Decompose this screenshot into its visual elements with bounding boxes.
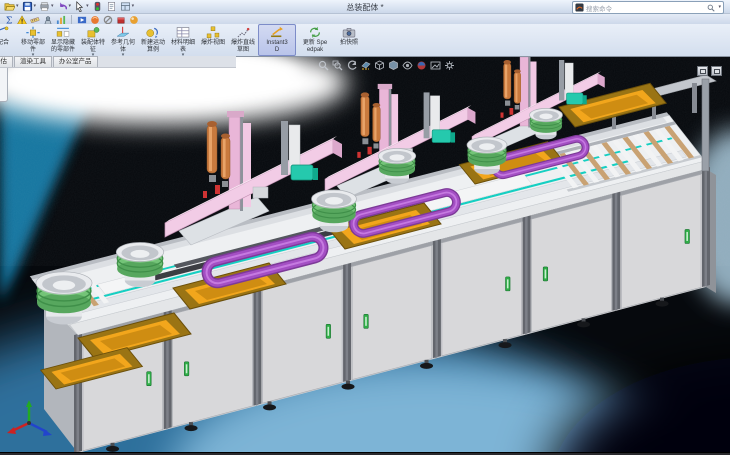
graphics-viewport[interactable] <box>0 56 730 453</box>
explode-sketch-icon <box>234 26 252 40</box>
door-handle <box>685 229 690 243</box>
zoom-fit-icon[interactable] <box>318 60 329 71</box>
tab-办公室产品[interactable]: 办公室产品 <box>53 56 98 67</box>
mate-icon <box>0 26 12 40</box>
bom-icon <box>174 26 192 40</box>
assembly-features-icon <box>84 26 102 40</box>
search-placeholder: 搜索命令 <box>586 3 705 13</box>
viewport-window-controls <box>697 66 722 76</box>
cmd-button-label: 拍快照 <box>337 40 362 47</box>
command-manager-tabs: 评估渲染工具办公室产品 <box>0 56 236 68</box>
heads-up-view-toolbar <box>318 60 455 71</box>
machine-model-canvas[interactable] <box>0 57 730 453</box>
quick-access-toolbar: ▾▾▾▾▾▾ <box>3 1 135 12</box>
cmd-snapshot-button[interactable]: 拍快照 <box>334 24 364 56</box>
cmd-show-hidden-button[interactable]: 显示隐藏的零部件 <box>48 24 78 56</box>
move-component-icon <box>24 26 42 40</box>
section-view-icon[interactable] <box>360 60 371 71</box>
door-handle <box>543 267 548 281</box>
toolbar-separator <box>71 15 72 24</box>
open-icon[interactable]: ▾ <box>3 1 20 12</box>
print-icon[interactable]: ▾ <box>38 1 55 12</box>
cmd-button-label: 显示隐藏的零部件 <box>51 40 76 53</box>
orientation-triad <box>3 399 55 445</box>
search-dropdown-icon[interactable]: ▾ <box>718 5 721 10</box>
view-settings-icon[interactable] <box>444 60 455 71</box>
layout-options-icon[interactable]: ▾ <box>119 1 136 12</box>
cmd-button-label: 爆炸视图 <box>201 40 226 47</box>
update-speedpak-icon <box>306 26 324 40</box>
snapshot-icon <box>340 26 358 40</box>
motion-study-icon <box>144 26 162 40</box>
display-style-icon[interactable] <box>388 60 399 71</box>
view-orientation-icon[interactable] <box>374 60 385 71</box>
hide-show-icon[interactable] <box>402 60 413 71</box>
tab-评估[interactable]: 评估 <box>0 56 13 67</box>
save-icon[interactable]: ▾ <box>21 1 38 12</box>
cmd-move-component-button[interactable]: 移动零部件▾ <box>18 24 48 56</box>
door-handle <box>364 314 369 328</box>
door-handle <box>326 324 331 338</box>
cmd-exploded-view-button[interactable]: 爆炸视图 <box>198 24 228 56</box>
door-handle <box>184 362 189 376</box>
cmd-button-label: Instant3D <box>265 40 290 53</box>
zoom-area-icon[interactable] <box>332 60 343 71</box>
cmd-button-label: 更新 Speedpak <box>303 40 328 53</box>
rebuild-icon[interactable] <box>91 1 104 12</box>
reference-geometry-icon <box>114 26 132 40</box>
title-bar: ▾▾▾▾▾▾ 总装配体 * 搜索命令 ▾ <box>0 0 730 14</box>
solidworks-window: ▾▾▾▾▾▾ 总装配体 * 搜索命令 ▾ Σ 配合移动零部件▾显示隐藏的零部件装… <box>0 0 730 455</box>
viewport-split-button[interactable] <box>711 66 722 76</box>
cmd-mate-button[interactable]: 配合 <box>0 24 18 56</box>
exploded-view-icon <box>204 26 222 40</box>
instant3d-icon <box>268 26 286 40</box>
cmd-explode-sketch-button[interactable]: 爆炸直线草图 <box>228 24 258 56</box>
scene-hud-icon[interactable] <box>430 60 441 71</box>
door-handle <box>147 372 152 386</box>
tab-渲染工具[interactable]: 渲染工具 <box>14 56 52 67</box>
cmd-bom-button[interactable]: 材料明细表▾ <box>168 24 198 56</box>
cmd-motion-study-button[interactable]: 新建运动算例 <box>138 24 168 56</box>
cmd-reference-geometry-button[interactable]: 参考几何体▾ <box>108 24 138 56</box>
viewport-restore-button[interactable] <box>697 66 708 76</box>
command-search[interactable]: 搜索命令 ▾ <box>572 1 724 14</box>
cmd-instant3d-button[interactable]: Instant3D <box>258 24 296 56</box>
cmd-button-label: 新建运动算例 <box>141 40 166 53</box>
featuremanager-collapsed-tab[interactable] <box>0 62 8 102</box>
undo-icon[interactable]: ▾ <box>56 1 73 12</box>
command-manager: 配合移动零部件▾显示隐藏的零部件装配体特征▾参考几何体▾新建运动算例材料明细表▾… <box>0 24 730 57</box>
cmd-assembly-features-button[interactable]: 装配体特征▾ <box>78 24 108 56</box>
appearance-ball-icon[interactable] <box>416 60 427 71</box>
previous-view-icon[interactable] <box>346 60 357 71</box>
cmd-update-speedpak-button[interactable]: 更新 Speedpak <box>296 24 334 56</box>
show-hidden-icon <box>54 26 72 40</box>
select-icon[interactable]: ▾ <box>73 1 90 12</box>
cmd-button-label: 配合 <box>0 40 16 47</box>
file-properties-icon[interactable] <box>105 1 118 12</box>
door-handle <box>506 277 511 291</box>
cmd-button-label: 爆炸直线草图 <box>231 40 256 53</box>
